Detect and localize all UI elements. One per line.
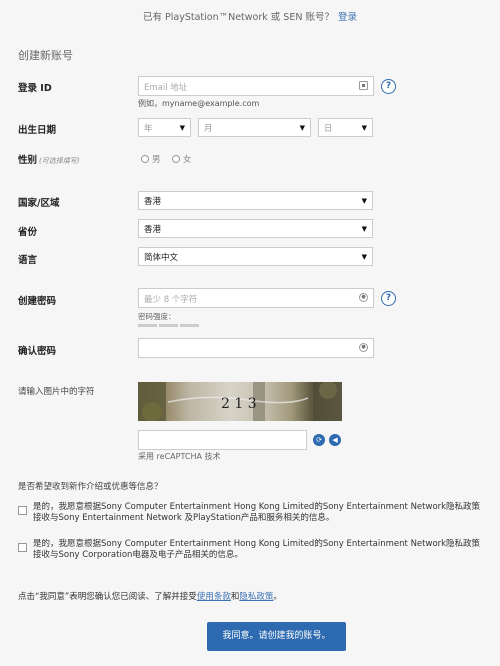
captcha-image-graphic: 2 1 3: [138, 382, 342, 421]
login-id-placeholder: Email 地址: [144, 83, 188, 93]
language-label: 语言: [18, 255, 38, 266]
captcha-audio-icon[interactable]: ◀: [329, 434, 341, 446]
recaptcha-powered-by: 采用 reCAPTCHA 技术: [138, 452, 221, 461]
terms-suffix: 。: [273, 592, 282, 602]
password-placeholder: 最少 8 个字符: [144, 295, 198, 305]
newsletter-option1-text: 是的，我愿意根据Sony Computer Entertainment Hong…: [33, 502, 481, 523]
newsletter-option2-text: 是的，我愿意根据Sony Computer Entertainment Hong…: [33, 539, 481, 560]
birth-month-select[interactable]: 月 ▼: [198, 118, 311, 137]
gender-optional-note: (可选择填写): [39, 157, 80, 165]
agree-create-account-button[interactable]: 我同意。请创建我的账号。: [207, 622, 346, 651]
login-id-hint: 例如，myname@example.com: [138, 99, 260, 108]
captcha-input[interactable]: [138, 430, 307, 450]
password-strength-bar-2: [159, 324, 178, 327]
gender-label-text: 性别: [18, 155, 38, 166]
terms-agreement-prefix: 点击“我同意”表明您确认您已阅读、了解并接受: [18, 592, 197, 602]
chevron-down-icon: ▼: [361, 197, 367, 205]
terms-agreement: 点击“我同意”表明您确认您已阅读、了解并接受使用条款和隐私政策。: [18, 592, 282, 603]
privacy-policy-link[interactable]: 隐私政策: [239, 592, 273, 602]
gender-female-label: 女: [183, 155, 192, 165]
gender-male-option[interactable]: 男: [141, 153, 161, 165]
captcha-text: 2 1 3: [221, 396, 257, 412]
birth-year-select[interactable]: 年 ▼: [138, 118, 191, 137]
birth-day-select[interactable]: 日 ▼: [318, 118, 373, 137]
birth-day-value: 日: [324, 124, 333, 134]
province-select[interactable]: 香港 ▼: [138, 219, 373, 238]
chevron-down-icon: ▼: [299, 124, 305, 132]
gender-label: 性别 (可选择填写): [18, 152, 79, 166]
existing-account-text: 已有 PlayStation™Network 或 SEN 账号？: [143, 12, 334, 23]
gender-male-radio[interactable]: [141, 155, 149, 163]
password-label: 创建密码: [18, 296, 57, 307]
country-value: 香港: [144, 197, 162, 207]
birthdate-label: 出生日期: [18, 125, 57, 136]
login-id-help-icon[interactable]: ?: [381, 79, 396, 94]
show-password-icon[interactable]: ●: [359, 293, 368, 302]
confirm-password-label: 确认密码: [18, 346, 57, 357]
terms-of-use-link[interactable]: 使用条款: [197, 592, 231, 602]
login-id-label: 登录 ID: [18, 83, 52, 94]
province-value: 香港: [144, 225, 162, 235]
province-label: 省份: [18, 227, 38, 238]
password-input[interactable]: 最少 8 个字符 ●: [138, 288, 374, 308]
language-select[interactable]: 简体中文 ▼: [138, 247, 373, 266]
id-card-icon: ▪: [359, 81, 368, 90]
confirm-password-input[interactable]: ●: [138, 338, 374, 358]
captcha-label: 请输入图片中的字符: [18, 387, 95, 397]
language-value: 简体中文: [144, 253, 179, 263]
gender-male-label: 男: [152, 155, 161, 165]
chevron-down-icon: ▼: [361, 253, 367, 261]
gender-female-radio[interactable]: [172, 155, 180, 163]
login-link[interactable]: 登录: [338, 12, 357, 23]
country-select[interactable]: 香港 ▼: [138, 191, 373, 210]
gender-female-option[interactable]: 女: [172, 153, 192, 165]
captcha-refresh-icon[interactable]: ⟳: [313, 434, 325, 446]
birth-month-value: 月: [204, 124, 213, 134]
captcha-image: 2 1 3: [138, 382, 342, 421]
birth-year-value: 年: [144, 124, 153, 134]
existing-account-prompt: 已有 PlayStation™Network 或 SEN 账号？ 登录: [0, 9, 500, 23]
show-password-icon[interactable]: ●: [359, 343, 368, 352]
section-title: 创建新账号: [18, 49, 73, 62]
password-strength-label: 密码强度：: [138, 312, 176, 321]
chevron-down-icon: ▼: [179, 124, 185, 132]
country-label: 国家/区域: [18, 198, 60, 209]
password-help-icon[interactable]: ?: [381, 291, 396, 306]
newsletter-option1-checkbox[interactable]: [18, 506, 27, 515]
password-strength-bar-3: [180, 324, 199, 327]
newsletter-option2-checkbox[interactable]: [18, 543, 27, 552]
chevron-down-icon: ▼: [361, 124, 367, 132]
login-id-input[interactable]: Email 地址 ▪: [138, 76, 374, 96]
newsletter-question: 是否希望收到新作介绍或优惠等信息？: [18, 482, 163, 492]
password-strength-bar-1: [138, 324, 157, 327]
chevron-down-icon: ▼: [361, 225, 367, 233]
